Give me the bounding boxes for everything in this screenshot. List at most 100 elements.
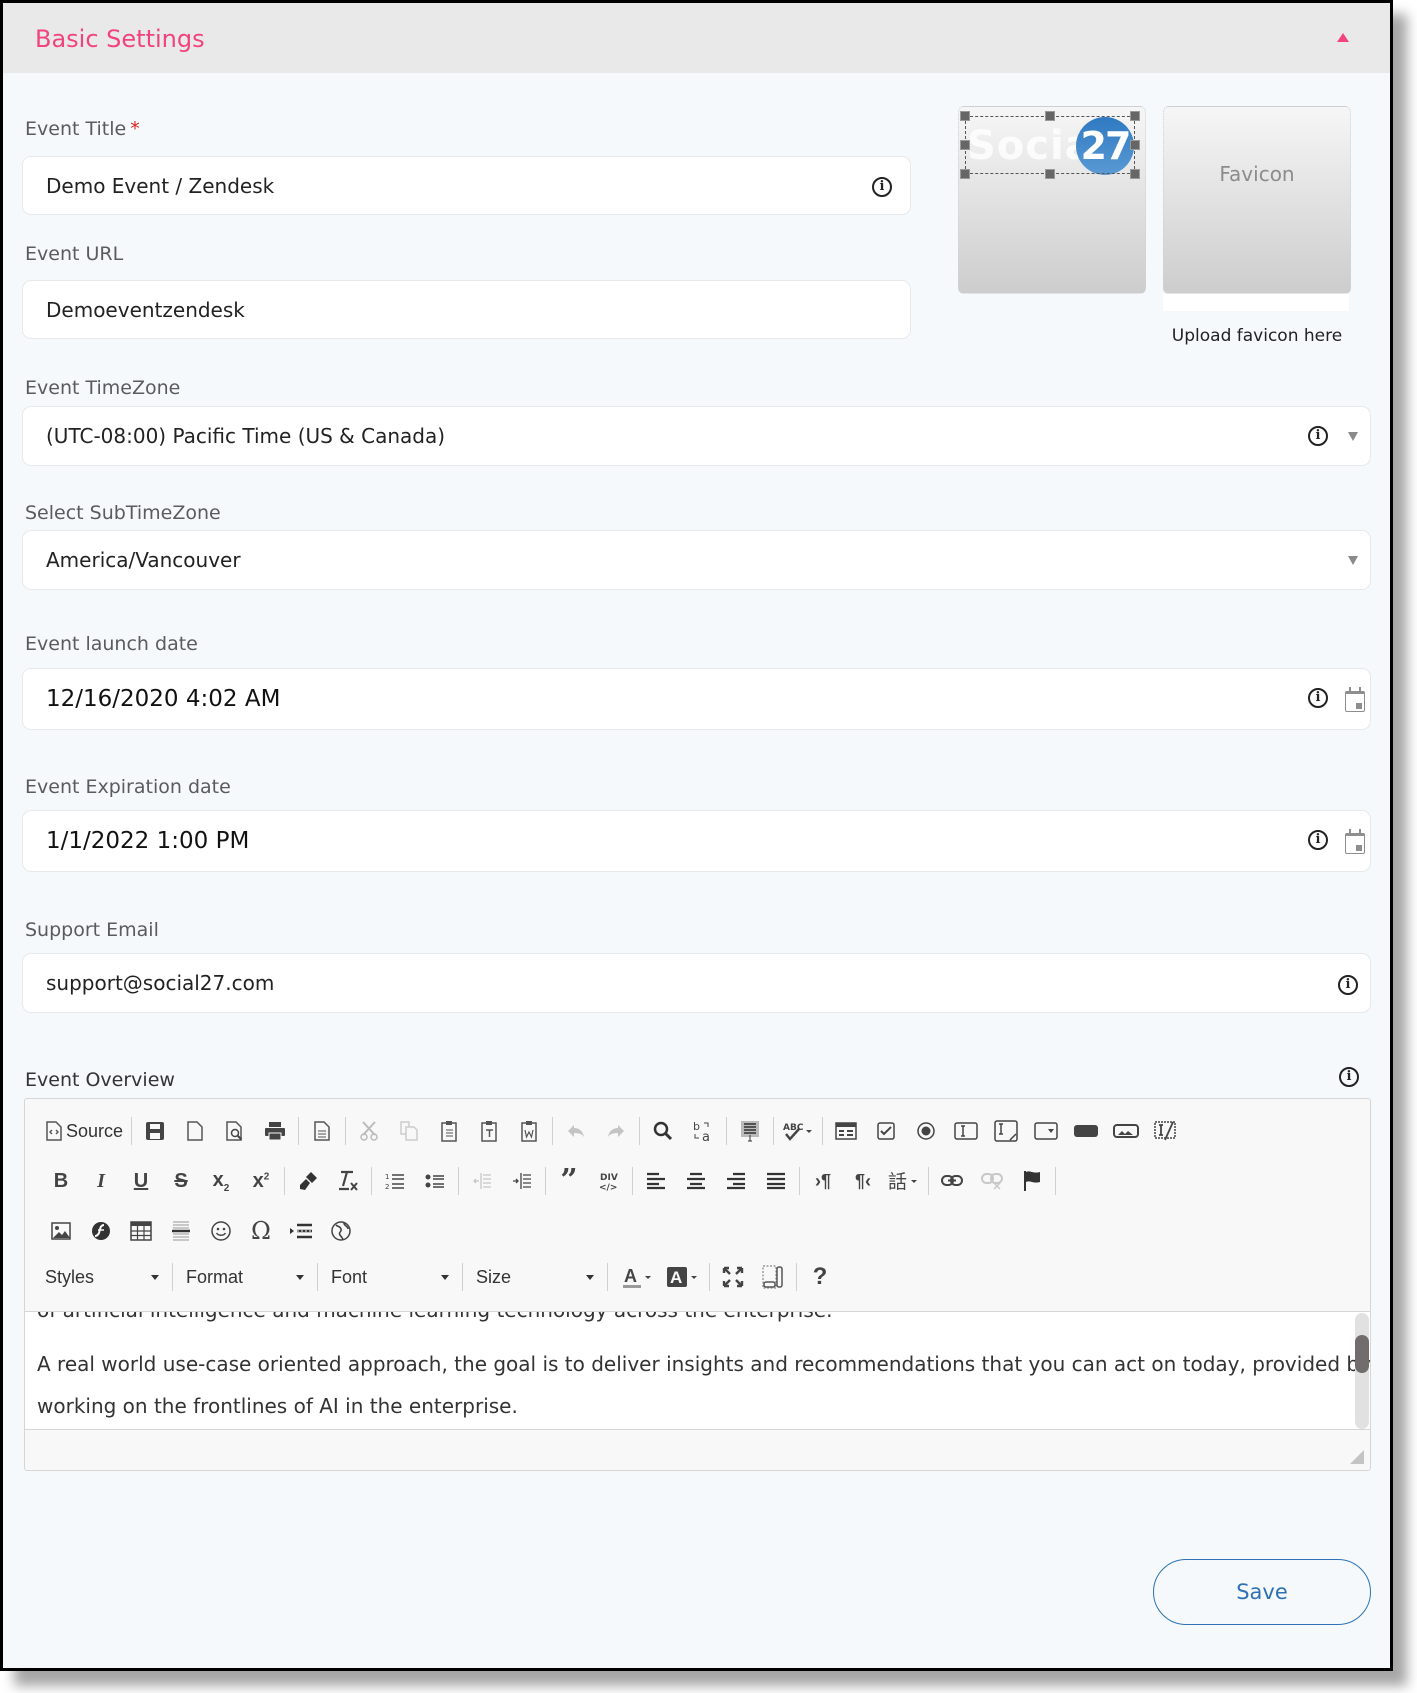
editor-scrollbar[interactable] (1355, 1313, 1369, 1429)
button-button[interactable] (1071, 1116, 1101, 1146)
font-combo[interactable]: Font (321, 1261, 459, 1293)
replace-button[interactable]: ba (688, 1116, 718, 1146)
copy-format-button[interactable] (293, 1166, 323, 1196)
help-button[interactable]: ? (805, 1262, 835, 1292)
align-center-button[interactable] (681, 1166, 711, 1196)
info-icon[interactable]: i (1339, 1067, 1359, 1087)
paste-word-button[interactable] (514, 1116, 544, 1146)
size-combo[interactable]: Size (466, 1261, 604, 1293)
spellcheck-button[interactable]: ABC (782, 1116, 814, 1146)
info-icon[interactable]: i (1308, 830, 1328, 850)
print-button[interactable] (260, 1116, 290, 1146)
flash-button[interactable] (86, 1216, 116, 1246)
preview-button[interactable] (220, 1116, 250, 1146)
checkbox-button[interactable] (871, 1116, 901, 1146)
resize-handle[interactable] (960, 111, 970, 121)
section-header[interactable]: Basic Settings (3, 3, 1390, 73)
bold-button[interactable]: B (46, 1166, 76, 1196)
maximize-button[interactable] (718, 1262, 748, 1292)
calendar-icon[interactable] (1345, 687, 1365, 712)
language-button[interactable]: 話 (888, 1166, 920, 1196)
justify-button[interactable] (761, 1166, 791, 1196)
cut-button[interactable] (354, 1116, 384, 1146)
align-right-button[interactable] (721, 1166, 751, 1196)
format-combo[interactable]: Format (176, 1261, 314, 1293)
support-email-input[interactable]: support@social27.com i (22, 953, 1371, 1013)
resize-handle[interactable] (1045, 169, 1055, 179)
link-button[interactable] (937, 1166, 967, 1196)
show-blocks-button[interactable] (758, 1262, 788, 1292)
image-button[interactable] (46, 1216, 76, 1246)
text-field-button[interactable] (951, 1116, 981, 1146)
resize-handle[interactable] (1045, 111, 1055, 121)
resize-handle[interactable] (960, 140, 970, 150)
italic-button[interactable]: I (86, 1166, 116, 1196)
indent-button[interactable] (507, 1166, 537, 1196)
outdent-button[interactable] (467, 1166, 497, 1196)
favicon-upload-box[interactable]: Favicon (1163, 106, 1351, 294)
bulleted-list-button[interactable] (420, 1166, 450, 1196)
blockquote-button[interactable]: ” (554, 1163, 584, 1198)
page-break-button[interactable] (286, 1216, 316, 1246)
event-title-input[interactable]: Demo Event / Zendesk i (22, 156, 911, 215)
editor-content-area[interactable]: of artificial intelligence and machine l… (25, 1311, 1370, 1430)
timezone-select[interactable]: (UTC-08:00) Pacific Time (US & Canada) i (22, 406, 1371, 466)
iframe-button[interactable] (326, 1216, 356, 1246)
form-button[interactable] (831, 1116, 861, 1146)
caret-up-icon[interactable] (1337, 33, 1349, 42)
save-doc-button[interactable] (140, 1116, 170, 1146)
image-button-button[interactable] (1111, 1116, 1141, 1146)
info-icon[interactable]: i (1338, 975, 1358, 995)
logo-upload-box[interactable]: Social 27 (958, 106, 1146, 294)
launch-date-input[interactable]: 12/16/2020 4:02 AM i (22, 668, 1371, 730)
subtimezone-select[interactable]: America/Vancouver (22, 530, 1371, 590)
radio-button[interactable] (911, 1116, 941, 1146)
resize-handle[interactable] (1130, 111, 1140, 121)
bg-color-button[interactable]: A (667, 1262, 701, 1292)
smiley-button[interactable] (206, 1216, 236, 1246)
text-color-button[interactable]: A (623, 1262, 657, 1292)
editor-scrollbar-thumb[interactable] (1355, 1335, 1369, 1373)
select-all-button[interactable] (735, 1116, 765, 1146)
resize-grip-icon[interactable] (1350, 1450, 1364, 1464)
chevron-down-icon[interactable] (1348, 432, 1358, 441)
select-field-button[interactable] (1031, 1116, 1061, 1146)
create-div-button[interactable]: DIV </> (594, 1166, 624, 1196)
source-button[interactable]: Source (46, 1116, 123, 1146)
undo-button[interactable] (561, 1116, 591, 1146)
horizontal-rule-button[interactable] (166, 1216, 196, 1246)
underline-button[interactable]: U (126, 1166, 156, 1196)
strikethrough-button[interactable]: S (166, 1166, 196, 1196)
styles-combo[interactable]: Styles (35, 1261, 169, 1293)
table-button[interactable] (126, 1216, 156, 1246)
info-icon[interactable]: i (1308, 426, 1328, 446)
event-url-input[interactable]: Demoeventzendesk (22, 280, 911, 339)
calendar-icon[interactable] (1345, 829, 1365, 854)
rtl-button[interactable]: ¶‹ (848, 1166, 878, 1196)
special-char-button[interactable]: Ω (246, 1216, 276, 1246)
superscript-button[interactable]: x2 (246, 1166, 276, 1196)
paste-text-button[interactable] (474, 1116, 504, 1146)
resize-handle[interactable] (1130, 140, 1140, 150)
anchor-button[interactable] (1017, 1166, 1047, 1196)
textarea-button[interactable] (991, 1116, 1021, 1146)
copy-button[interactable] (394, 1116, 424, 1146)
resize-handle[interactable] (1130, 169, 1140, 179)
chevron-down-icon[interactable] (1348, 556, 1358, 565)
info-icon[interactable]: i (1308, 688, 1328, 708)
remove-format-button[interactable] (333, 1166, 363, 1196)
unlink-button[interactable] (977, 1166, 1007, 1196)
resize-handle[interactable] (960, 169, 970, 179)
save-button[interactable]: Save (1153, 1559, 1371, 1625)
find-button[interactable] (648, 1116, 678, 1146)
subscript-button[interactable]: x2 (206, 1166, 236, 1196)
expiration-date-input[interactable]: 1/1/2022 1:00 PM i (22, 810, 1371, 872)
new-page-button[interactable] (180, 1116, 210, 1146)
redo-button[interactable] (601, 1116, 631, 1146)
info-icon[interactable]: i (872, 177, 892, 197)
paste-button[interactable] (434, 1116, 464, 1146)
align-left-button[interactable] (641, 1166, 671, 1196)
templates-button[interactable] (307, 1116, 337, 1146)
hidden-field-button[interactable] (1151, 1116, 1181, 1146)
ltr-button[interactable]: ›¶ (808, 1166, 838, 1196)
